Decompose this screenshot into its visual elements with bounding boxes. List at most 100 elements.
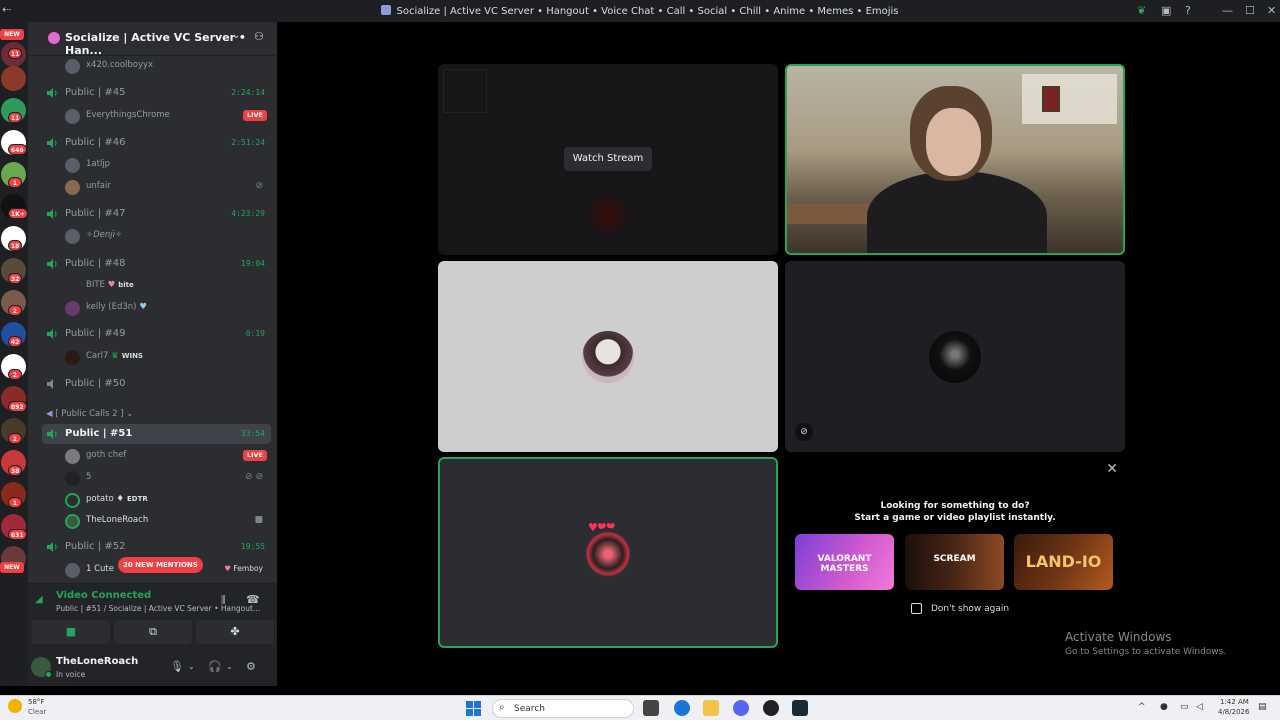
activity-card-valorant[interactable]: VALORANT MASTERS bbox=[795, 534, 894, 590]
signal-icon[interactable]: ◢ bbox=[35, 594, 43, 605]
add-user-icon[interactable]: ⚇ bbox=[254, 30, 264, 43]
heart-icon: ♥ bbox=[224, 564, 231, 573]
voice-connection-panel: ◢ Video Connected Public | #51 / Sociali… bbox=[28, 583, 277, 651]
dont-show-again-checkbox[interactable] bbox=[911, 603, 922, 614]
avatar bbox=[65, 279, 80, 294]
network-icon[interactable]: ▭ bbox=[1180, 702, 1189, 712]
participant-tile[interactable]: ⊘ bbox=[785, 261, 1125, 452]
voice-user[interactable]: unfair ⊘ bbox=[64, 178, 269, 196]
stream-tile[interactable]: Watch Stream bbox=[438, 64, 778, 255]
close-icon[interactable]: ✕ bbox=[1106, 461, 1118, 477]
unread-badge: 2 bbox=[8, 305, 22, 316]
channel-timer: 2:51:24 bbox=[231, 138, 265, 147]
webcam-tile[interactable] bbox=[785, 64, 1125, 255]
muted-icon: ⊘ bbox=[255, 181, 263, 191]
task-view-icon[interactable] bbox=[643, 700, 659, 716]
voice-user[interactable]: 1atljp bbox=[64, 156, 269, 174]
dont-show-again-label[interactable]: Don't show again bbox=[931, 604, 1009, 614]
unread-badge: 646 bbox=[8, 144, 27, 155]
minimize-button[interactable]: — bbox=[1222, 4, 1233, 17]
disconnect-icon[interactable]: ☎ bbox=[246, 593, 260, 606]
voice-user[interactable]: x420.coolboyyx bbox=[64, 57, 269, 75]
avatar bbox=[65, 449, 80, 464]
diamond-icon: ♦ bbox=[116, 494, 124, 504]
weather-icon[interactable] bbox=[8, 699, 22, 713]
voice-channel-52[interactable]: Public | #52 19:55 bbox=[42, 537, 271, 557]
obs-icon[interactable] bbox=[763, 700, 779, 716]
voice-user[interactable]: TheLoneRoach ■ bbox=[64, 512, 269, 530]
unread-badge: 892 bbox=[8, 401, 27, 412]
voice-channel-51[interactable]: Public | #51 33:54 bbox=[42, 424, 271, 444]
steam-icon[interactable] bbox=[792, 700, 808, 716]
watch-stream-button[interactable]: Watch Stream bbox=[564, 147, 652, 171]
voice-user[interactable]: goth chef LIVE bbox=[64, 447, 269, 465]
voice-user[interactable]: 5 ⊘ ⊘ bbox=[64, 469, 269, 487]
clock-time[interactable]: 1:42 AM bbox=[1220, 698, 1249, 706]
voice-channel-50[interactable]: Public | #50 bbox=[42, 374, 271, 394]
voice-channel-45[interactable]: Public | #45 2:24:14 bbox=[42, 83, 271, 103]
noise-suppression-icon[interactable]: ⫼ bbox=[221, 595, 226, 606]
username: kelly (Ed3n) ♥ bbox=[86, 302, 147, 312]
windows-start-icon[interactable] bbox=[466, 701, 481, 716]
volume-icon[interactable]: ◁ bbox=[1196, 702, 1203, 712]
help-icon[interactable]: ? bbox=[1185, 4, 1191, 17]
screen-share-button[interactable]: ⧉ bbox=[114, 620, 192, 644]
voice-user[interactable]: Carl7 ♛ WINS bbox=[64, 348, 269, 366]
chevron-down-icon: ⌄ bbox=[126, 409, 134, 419]
headphones-icon[interactable]: 🎧 bbox=[208, 660, 222, 673]
discord-icon[interactable] bbox=[733, 700, 749, 716]
chevron-down-icon[interactable]: ⌄ bbox=[226, 662, 233, 671]
activity-card-land-io[interactable]: LAND-IO bbox=[1014, 534, 1113, 590]
current-username[interactable]: TheLoneRoach bbox=[56, 656, 138, 667]
nitro-leaf-icon[interactable]: ❦ bbox=[1137, 4, 1146, 17]
voice-user[interactable]: BITE ♥ bite bbox=[64, 277, 269, 295]
window-title: Socialize | Active VC Server • Hangout •… bbox=[0, 5, 1280, 17]
weather-temperature[interactable]: 58°F bbox=[28, 698, 44, 706]
muted-icon: ⊘ bbox=[795, 423, 813, 441]
file-explorer-icon[interactable] bbox=[703, 700, 719, 716]
close-button[interactable]: ✕ bbox=[1267, 4, 1276, 17]
chevron-up-icon[interactable]: ^ bbox=[1138, 702, 1146, 712]
server-header[interactable]: Socialize | Active VC Server • Han... ⌄ … bbox=[28, 22, 277, 57]
participant-tile-speaking[interactable]: ♥♥♥ bbox=[438, 457, 778, 648]
voice-channel-46[interactable]: Public | #46 2:51:24 bbox=[42, 133, 271, 153]
channel-timer: 33:54 bbox=[240, 429, 265, 438]
voice-channel-49[interactable]: Public | #49 0:19 bbox=[42, 324, 271, 344]
avatar bbox=[65, 514, 80, 529]
new-mentions-pill[interactable]: 20 NEW MENTIONS bbox=[118, 557, 203, 573]
voice-user[interactable]: kelly (Ed3n) ♥ bbox=[64, 299, 269, 317]
chevron-down-icon[interactable]: ⌄ bbox=[188, 662, 195, 671]
server-icon[interactable] bbox=[1, 66, 26, 91]
camera-button[interactable]: ■ bbox=[32, 620, 110, 644]
stream-preview bbox=[578, 194, 638, 234]
microphone-icon[interactable]: 🎙 bbox=[170, 660, 184, 673]
edge-browser-icon[interactable] bbox=[674, 700, 690, 716]
avatar bbox=[65, 229, 80, 244]
maximize-button[interactable]: ☐ bbox=[1245, 4, 1255, 17]
username: 5 bbox=[86, 472, 92, 482]
username: 1 Cute bbox=[86, 564, 114, 574]
username: EverythingsChrome bbox=[86, 110, 170, 120]
channel-category[interactable]: ◀ [ Public Calls 2 ] ⌄ bbox=[46, 409, 133, 419]
participant-tile[interactable] bbox=[438, 261, 778, 452]
voice-user[interactable]: ✧Denji✧ bbox=[64, 227, 269, 245]
chevron-down-icon[interactable]: ⌄ bbox=[232, 30, 240, 41]
clock-date[interactable]: 4/8/2026 bbox=[1218, 708, 1249, 716]
activities-button[interactable]: ✤ bbox=[196, 620, 274, 644]
username: unfair bbox=[86, 181, 111, 191]
inbox-icon[interactable]: ▣ bbox=[1161, 4, 1171, 17]
username: goth chef bbox=[86, 450, 127, 460]
voice-channel-47[interactable]: Public | #47 4:23:29 bbox=[42, 204, 271, 224]
activity-card-scream[interactable]: SCREAM bbox=[905, 534, 1004, 590]
avatar bbox=[65, 180, 80, 195]
voice-location[interactable]: Public | #51 / Socialize | Active VC Ser… bbox=[56, 604, 260, 613]
microphone-tray-icon[interactable]: ● bbox=[1160, 702, 1168, 712]
settings-gear-icon[interactable]: ⚙ bbox=[246, 660, 256, 673]
notifications-icon[interactable]: ▤ bbox=[1258, 702, 1267, 712]
voice-user[interactable]: EverythingsChrome LIVE bbox=[64, 107, 269, 125]
voice-user[interactable]: potato ♦ EDTR bbox=[64, 491, 269, 509]
voice-status[interactable]: Video Connected bbox=[56, 590, 151, 601]
taskbar-search[interactable]: ⌕ Search bbox=[492, 699, 634, 718]
weather-condition[interactable]: Clear bbox=[28, 708, 46, 716]
voice-channel-48[interactable]: Public | #48 19:04 bbox=[42, 254, 271, 274]
